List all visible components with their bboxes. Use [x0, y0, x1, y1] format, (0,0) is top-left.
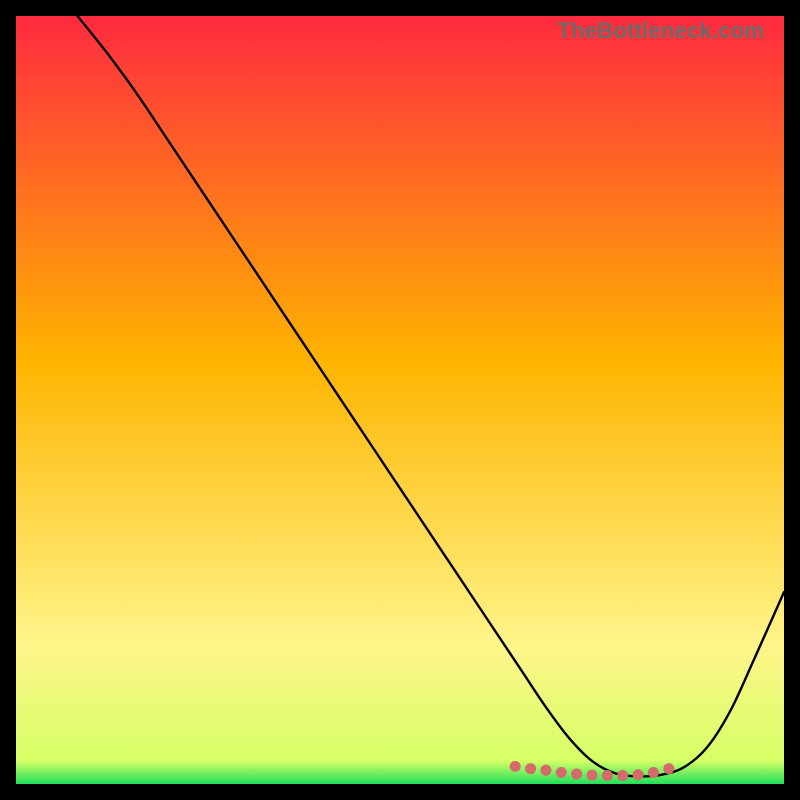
valley-dot [617, 770, 628, 781]
valley-dot [556, 767, 567, 778]
chart-frame: TheBottleneck.com [16, 16, 784, 784]
valley-dot [510, 761, 521, 772]
valley-dot [633, 769, 644, 780]
valley-dot [571, 769, 582, 780]
watermark-text: TheBottleneck.com [558, 18, 764, 44]
valley-dot [663, 763, 674, 774]
gradient-background [16, 16, 784, 784]
valley-dot [648, 767, 659, 778]
valley-dot [602, 770, 613, 781]
valley-dot [587, 770, 598, 781]
valley-dot [525, 763, 536, 774]
bottleneck-plot [16, 16, 784, 784]
valley-dot [540, 765, 551, 776]
